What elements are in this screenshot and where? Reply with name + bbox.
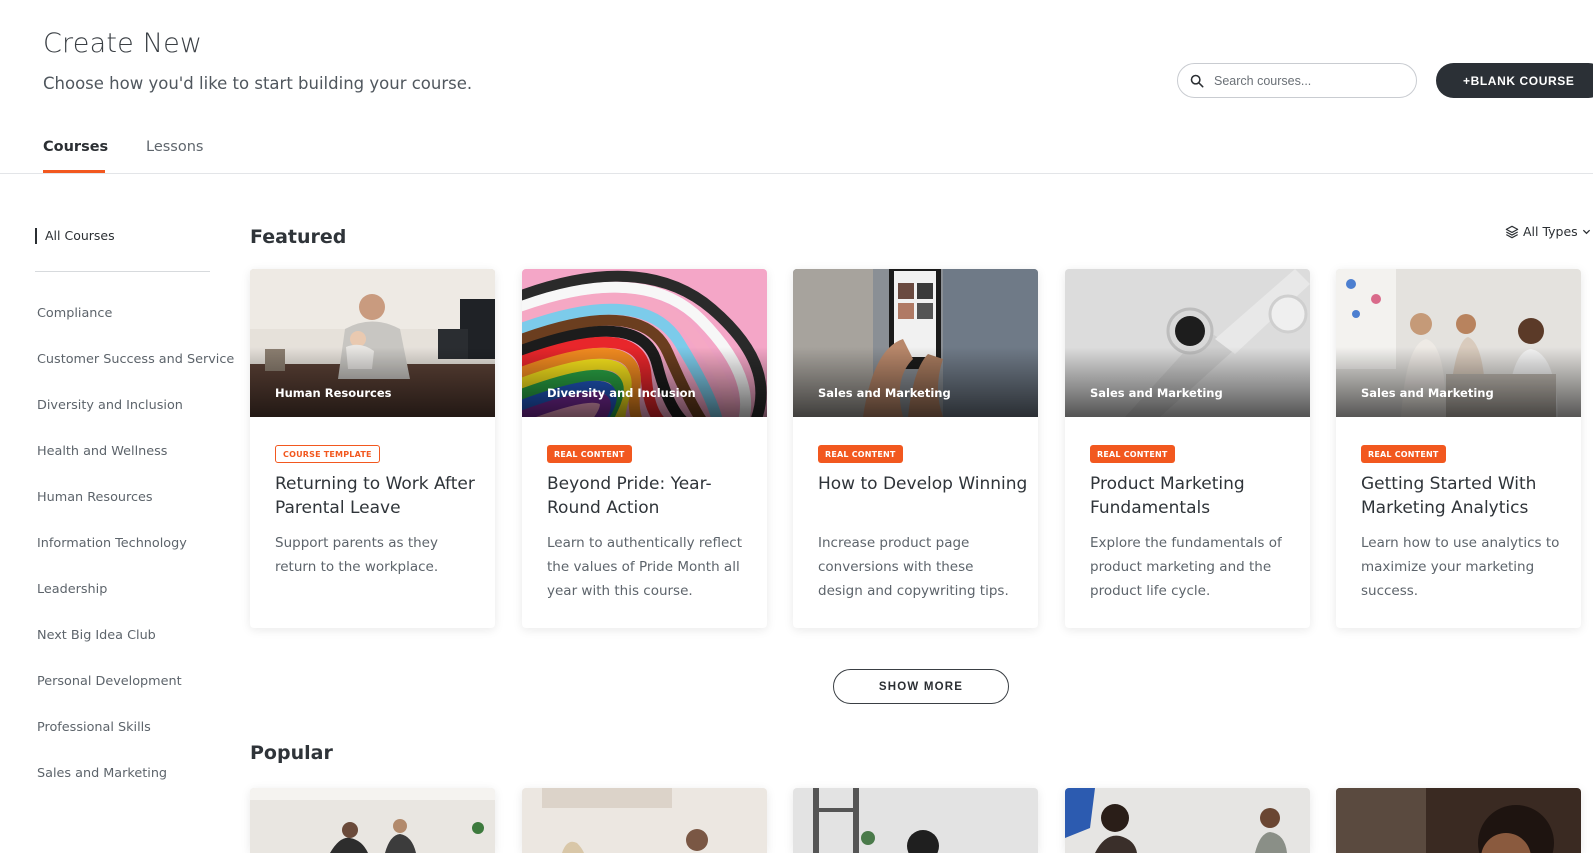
card-title: Getting Started With Marketing Analytics (1361, 474, 1537, 518)
real-content-badge: REAL CONTENT (1361, 445, 1446, 463)
popular-course-card[interactable] (793, 788, 1038, 853)
sidebar-item-compliance[interactable]: Compliance (37, 306, 112, 321)
real-content-badge: REAL CONTENT (547, 445, 632, 463)
course-card[interactable]: Sales and Marketing REAL CONTENT Getting… (1336, 269, 1581, 628)
card-title: Returning to Work After Parental Leave (275, 474, 475, 518)
real-content-badge: REAL CONTENT (818, 445, 903, 463)
sidebar-item-personal-dev[interactable]: Personal Development (37, 674, 182, 689)
popular-heading: Popular (250, 742, 333, 764)
card-description: Learn to authentically reflect the value… (547, 535, 743, 599)
real-content-badge: REAL CONTENT (1090, 445, 1175, 463)
type-filter-label: All Types (1523, 224, 1578, 239)
sidebar-item-it[interactable]: Information Technology (37, 536, 187, 551)
card-title: Product Marketing Fundamentals (1090, 474, 1245, 518)
popular-course-card[interactable] (522, 788, 767, 853)
course-image (522, 788, 767, 853)
sidebar-item-professional[interactable]: Professional Skills (37, 720, 151, 735)
page-subtitle: Choose how you'd like to start building … (43, 74, 473, 93)
page-header: Create New Choose how you'd like to star… (0, 0, 1593, 174)
card-category: Sales and Marketing (818, 386, 951, 400)
card-description: Explore the fundamentals of product mark… (1090, 535, 1282, 599)
search-box[interactable] (1177, 63, 1417, 98)
course-image (1065, 788, 1310, 853)
sidebar-item-leadership[interactable]: Leadership (37, 582, 107, 597)
course-card[interactable]: Diversity and Inclusion REAL CONTENT Bey… (522, 269, 767, 628)
card-category: Sales and Marketing (1361, 386, 1494, 400)
type-filter-dropdown[interactable]: All Types (1505, 224, 1591, 239)
card-description: Learn how to use analytics to maximize y… (1361, 535, 1560, 599)
sidebar-item-hr[interactable]: Human Resources (37, 490, 153, 505)
search-input[interactable] (1214, 73, 1404, 88)
show-more-button[interactable]: SHOW MORE (833, 669, 1009, 704)
card-category: Sales and Marketing (1090, 386, 1223, 400)
layers-icon (1505, 225, 1519, 238)
search-icon (1190, 74, 1204, 87)
popular-course-card[interactable] (1336, 788, 1581, 853)
page-title: Create New (43, 28, 203, 59)
chevron-down-icon (1582, 229, 1590, 235)
featured-heading: Featured (250, 226, 347, 248)
course-template-badge: COURSE TEMPLATE (275, 445, 380, 463)
card-category: Diversity and Inclusion (547, 386, 696, 400)
course-image (793, 788, 1038, 853)
card-description: Support parents as they return to the wo… (275, 535, 439, 575)
sidebar-item-next-big-idea[interactable]: Next Big Idea Club (37, 628, 156, 643)
sidebar-divider (35, 271, 210, 272)
card-category: Human Resources (275, 386, 392, 400)
course-card[interactable]: Sales and Marketing REAL CONTENT How to … (793, 269, 1038, 628)
card-title: Beyond Pride: Year-Round Action (547, 474, 712, 518)
sidebar-item-customer-success[interactable]: Customer Success and Service (37, 352, 234, 367)
popular-course-card[interactable] (1065, 788, 1310, 853)
card-description: Increase product page conversions with t… (818, 535, 1009, 599)
active-tab-indicator (43, 170, 105, 173)
sidebar-item-health[interactable]: Health and Wellness (37, 444, 167, 459)
sidebar-item-all-courses[interactable]: All Courses (35, 228, 115, 244)
sidebar-item-sales[interactable]: Sales and Marketing (37, 766, 167, 781)
course-card[interactable]: Sales and Marketing REAL CONTENT Product… (1065, 269, 1310, 628)
tab-courses[interactable]: Courses (43, 139, 108, 155)
sidebar-item-diversity[interactable]: Diversity and Inclusion (37, 398, 183, 413)
popular-course-card[interactable] (250, 788, 495, 853)
course-image (250, 788, 495, 853)
tab-lessons[interactable]: Lessons (146, 139, 203, 155)
course-image (1336, 788, 1581, 853)
course-card[interactable]: Human Resources COURSE TEMPLATE Returnin… (250, 269, 495, 628)
card-title: How to Develop Winning Product Page... (818, 474, 1026, 494)
blank-course-button[interactable]: +BLANK COURSE (1436, 63, 1593, 98)
